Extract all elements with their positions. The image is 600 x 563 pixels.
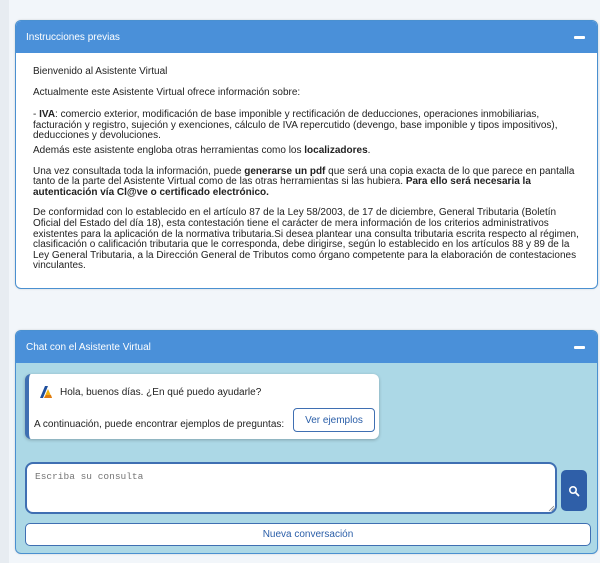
chat-body: Hola, buenos días. ¿En qué puedo ayudarl… — [16, 363, 597, 553]
iva-label: IVA — [39, 109, 56, 121]
welcome-text: Bienvenido al Asistente Virtual — [33, 66, 168, 77]
tools-text: Además este asistente engloba otras herr… — [33, 144, 579, 157]
page-edge — [0, 0, 9, 563]
tools-bold: localizadores — [304, 144, 368, 156]
greeting-row: Hola, buenos días. ¿En qué puedo ayudarl… — [38, 384, 261, 400]
intro-text: Actualmente este Asistente Virtual ofrec… — [33, 86, 301, 98]
pdf-bold: generarse un pdf — [244, 165, 326, 177]
instructions-title: Instrucciones previas — [26, 31, 120, 43]
query-input[interactable] — [25, 462, 557, 514]
chat-header[interactable]: Chat con el Asistente Virtual — [16, 331, 597, 363]
collapse-icon[interactable] — [574, 35, 585, 39]
search-icon — [568, 485, 580, 496]
instructions-header[interactable]: Instrucciones previas — [16, 21, 597, 53]
tools-suffix: . — [367, 144, 371, 156]
pdf-text: Una vez consultada toda la información, … — [33, 165, 579, 199]
agency-logo-icon — [40, 386, 52, 398]
tools-prefix: Además este asistente engloba otras herr… — [33, 144, 305, 156]
examples-text: A continuación, puede encontrar ejemplos… — [34, 419, 285, 430]
instructions-panel: Instrucciones previas Bienvenido al Asis… — [15, 20, 598, 289]
pdf-prefix: Una vez consultada toda la información, … — [33, 165, 245, 177]
iva-text: : comercio exterior, modificación de bas… — [33, 109, 558, 142]
send-button[interactable] — [561, 470, 587, 511]
greeting-text: Hola, buenos días. ¿En qué puedo ayudarl… — [60, 386, 262, 398]
new-conversation-button[interactable]: Nueva conversación — [25, 523, 591, 546]
collapse-icon[interactable] — [574, 345, 585, 349]
see-examples-button[interactable]: Ver ejemplos — [293, 408, 375, 432]
chat-title: Chat con el Asistente Virtual — [26, 341, 151, 353]
iva-item: - IVA: comercio exterior, modificación d… — [33, 109, 558, 142]
legal-text: De conformidad con lo establecido en el … — [33, 207, 579, 272]
bot-message: Hola, buenos días. ¿En qué puedo ayudarl… — [25, 374, 379, 439]
resize-grip-icon[interactable] — [548, 505, 554, 511]
chat-panel: Chat con el Asistente Virtual Hola, buen… — [15, 330, 598, 554]
instructions-body: Bienvenido al Asistente Virtual Actualme… — [16, 53, 597, 272]
